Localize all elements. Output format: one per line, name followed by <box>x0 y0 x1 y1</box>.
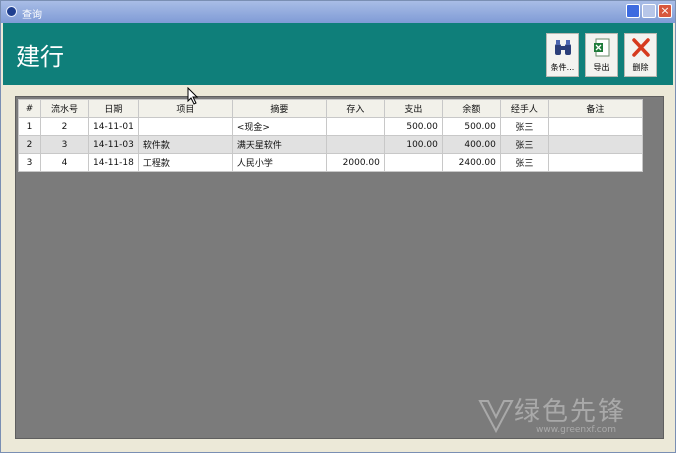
column-header[interactable]: 经手人 <box>499 99 549 118</box>
watermark-logo: 绿色先锋 www.greenxf.com <box>476 389 666 444</box>
delete-button-label: 删除 <box>632 63 649 72</box>
watermark-v-icon <box>478 400 514 434</box>
header-bar: 建行 条件... 导出 删除 <box>3 23 673 85</box>
table-row[interactable]: 1 2 14-11-01 <现金> 500.00 500.00 张三 <box>18 117 643 136</box>
column-header[interactable]: 支出 <box>383 99 443 118</box>
cell-deposit[interactable] <box>325 117 385 136</box>
cell-deposit[interactable] <box>325 135 385 154</box>
cell-date[interactable]: 14-11-03 <box>88 135 139 154</box>
cell-item[interactable] <box>137 117 233 136</box>
watermark-text: 绿色先锋 <box>514 397 627 427</box>
maximize-button[interactable] <box>642 4 656 18</box>
cell-summary[interactable]: <现金> <box>231 117 327 136</box>
column-header[interactable]: 项目 <box>137 99 233 118</box>
cell-index[interactable]: 3 <box>18 153 41 172</box>
column-header[interactable]: 日期 <box>88 99 139 118</box>
table-row[interactable]: 3 4 14-11-18 工程款 人民小学 2000.00 2400.00 张三 <box>18 153 643 172</box>
cell-summary[interactable]: 人民小学 <box>231 153 327 172</box>
cell-note[interactable] <box>547 153 643 172</box>
column-header[interactable]: # <box>18 99 41 118</box>
title-bar[interactable]: 查询 × <box>1 1 675 23</box>
column-header[interactable]: 余额 <box>441 99 501 118</box>
cell-date[interactable]: 14-11-18 <box>88 153 139 172</box>
cell-note[interactable] <box>547 135 643 154</box>
binoculars-icon <box>555 40 571 55</box>
cell-item[interactable]: 软件款 <box>137 135 233 154</box>
close-button[interactable]: × <box>658 4 672 18</box>
cell-expense[interactable] <box>383 153 443 172</box>
cell-expense[interactable]: 100.00 <box>383 135 443 154</box>
cell-serial[interactable]: 3 <box>40 135 89 154</box>
cell-note[interactable] <box>547 117 643 136</box>
table-row[interactable]: 2 3 14-11-03 软件款 满天星软件 100.00 400.00 张三 <box>18 135 643 154</box>
cell-balance[interactable]: 500.00 <box>441 117 501 136</box>
cell-summary[interactable]: 满天星软件 <box>231 135 327 154</box>
column-header[interactable]: 流水号 <box>40 99 89 118</box>
export-button[interactable]: 导出 <box>585 33 618 77</box>
filter-button-label: 条件... <box>550 63 575 72</box>
app-icon <box>6 6 17 17</box>
table-header-row: # 流水号 日期 项目 摘要 存入 支出 余额 经手人 备注 <box>18 99 643 118</box>
cell-index[interactable]: 2 <box>18 135 41 154</box>
records-table: # 流水号 日期 项目 摘要 存入 支出 余额 经手人 备注 1 2 14-11… <box>18 99 643 172</box>
cell-item[interactable]: 工程款 <box>137 153 233 172</box>
cell-handler[interactable]: 张三 <box>499 153 549 172</box>
watermark-url: www.greenxf.com <box>536 425 617 435</box>
delete-button[interactable]: 删除 <box>624 33 657 77</box>
mouse-cursor-icon <box>187 87 199 105</box>
cell-expense[interactable]: 500.00 <box>383 117 443 136</box>
page-title: 建行 <box>16 43 64 71</box>
cell-deposit[interactable]: 2000.00 <box>325 153 385 172</box>
cell-balance[interactable]: 400.00 <box>441 135 501 154</box>
cell-index[interactable]: 1 <box>18 117 41 136</box>
cell-handler[interactable]: 张三 <box>499 135 549 154</box>
excel-export-icon <box>594 38 610 57</box>
window-title: 查询 <box>22 10 42 21</box>
cell-date[interactable]: 14-11-01 <box>88 117 139 136</box>
column-header[interactable]: 备注 <box>547 99 643 118</box>
minimize-button[interactable] <box>626 4 640 18</box>
cell-serial[interactable]: 4 <box>40 153 89 172</box>
app-window: 查询 × 建行 条件... 导出 删除 # 流水号 日期 项目 摘要 存入 支出… <box>0 0 676 453</box>
cell-handler[interactable]: 张三 <box>499 117 549 136</box>
cell-balance[interactable]: 2400.00 <box>441 153 501 172</box>
export-button-label: 导出 <box>593 63 610 72</box>
filter-button[interactable]: 条件... <box>546 33 579 77</box>
column-header[interactable]: 存入 <box>325 99 385 118</box>
cell-serial[interactable]: 2 <box>40 117 89 136</box>
records-grid-area: # 流水号 日期 项目 摘要 存入 支出 余额 经手人 备注 1 2 14-11… <box>15 96 664 439</box>
delete-x-icon <box>632 38 650 57</box>
column-header[interactable]: 摘要 <box>231 99 327 118</box>
